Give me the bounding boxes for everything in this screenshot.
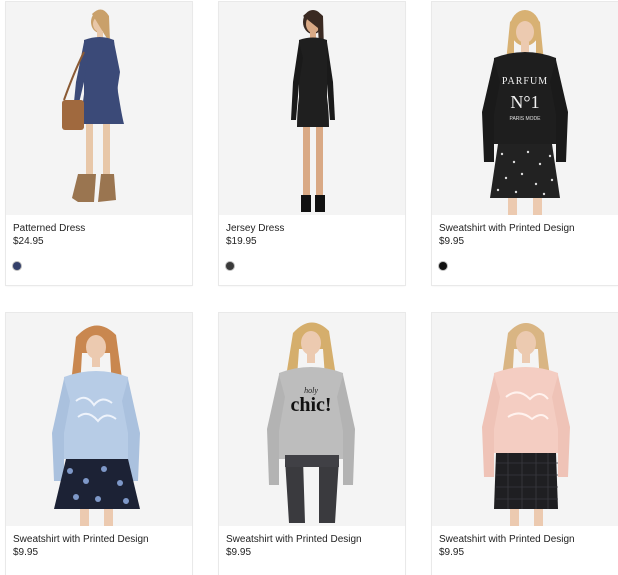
chic-sweatshirt-photo: holy chic!	[267, 322, 355, 523]
color-swatch[interactable]	[439, 262, 447, 270]
svg-text:N°1: N°1	[510, 92, 539, 112]
product-image[interactable]	[6, 313, 192, 526]
product-name[interactable]: Patterned Dress	[13, 223, 185, 235]
product-price: $19.95	[226, 236, 257, 247]
product-name[interactable]: Sweatshirt with Printed Design	[13, 534, 185, 546]
product-name[interactable]: Sweatshirt with Printed Design	[439, 534, 611, 546]
patterned-dress-photo	[62, 9, 124, 202]
product-image[interactable]: PARFUM N°1 PARIS MODE	[432, 2, 618, 215]
product-card[interactable]: holy chic! Sweatshirt with Printed Desig…	[219, 313, 405, 575]
product-price: $9.95	[13, 547, 39, 558]
svg-text:PARFUM: PARFUM	[502, 76, 548, 87]
product-name[interactable]: Sweatshirt with Printed Design	[439, 223, 611, 235]
product-price: $9.95	[439, 236, 465, 247]
jersey-dress-photo	[291, 10, 335, 212]
product-price: $9.95	[226, 547, 252, 558]
svg-text:chic!: chic!	[290, 394, 331, 416]
pink-sweatshirt-photo	[482, 323, 570, 526]
color-swatch[interactable]	[13, 262, 21, 270]
product-card[interactable]: PARFUM N°1 PARIS MODE Sweatshirt with Pr…	[432, 2, 618, 285]
blue-sweatshirt-photo	[52, 325, 140, 526]
product-image[interactable]	[219, 2, 405, 215]
product-card[interactable]: Jersey Dress $19.95	[219, 2, 405, 285]
product-name[interactable]: Sweatshirt with Printed Design	[226, 534, 398, 546]
parfum-sweatshirt-photo: PARFUM N°1 PARIS MODE	[482, 10, 568, 215]
product-price: $24.95	[13, 236, 44, 247]
product-card[interactable]: Sweatshirt with Printed Design $9.95	[6, 313, 192, 575]
product-price: $9.95	[439, 547, 465, 558]
color-swatch[interactable]	[226, 262, 234, 270]
product-image[interactable]	[432, 313, 618, 526]
product-image[interactable]: holy chic!	[219, 313, 405, 526]
product-card[interactable]: Patterned Dress $24.95	[6, 2, 192, 285]
product-image[interactable]	[6, 2, 192, 215]
svg-text:PARIS MODE: PARIS MODE	[509, 116, 541, 122]
product-card[interactable]: Sweatshirt with Printed Design $9.95	[432, 313, 618, 575]
product-name[interactable]: Jersey Dress	[226, 223, 398, 235]
